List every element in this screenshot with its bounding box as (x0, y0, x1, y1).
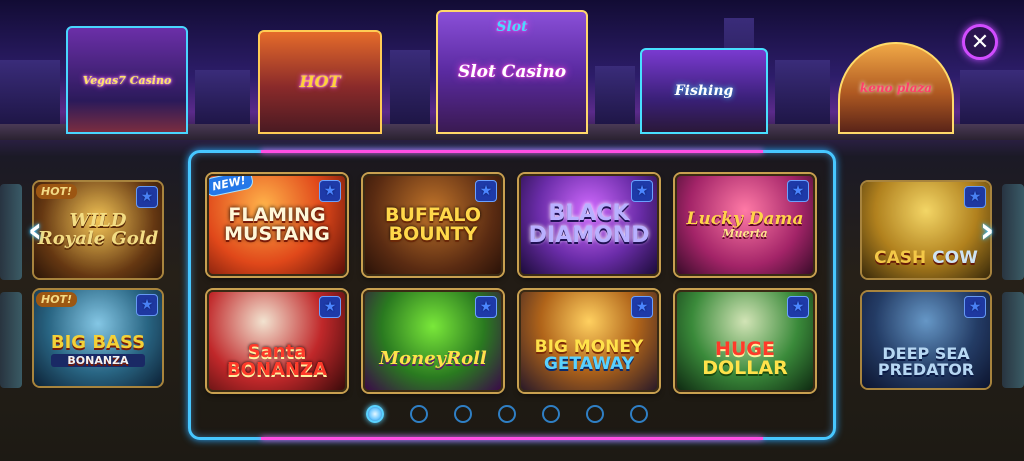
game-title: BIG BASS BONANZA (50, 331, 146, 367)
hot-badge: HOT! (36, 292, 78, 307)
game-title: CASH COW (874, 248, 978, 268)
star-icon[interactable]: ★ (319, 180, 341, 202)
offscreen-game-tile[interactable] (0, 292, 22, 388)
star-icon[interactable]: ★ (631, 180, 653, 202)
star-icon[interactable]: ★ (319, 296, 341, 318)
star-icon[interactable]: ★ (964, 296, 986, 318)
star-icon[interactable]: ★ (136, 186, 158, 208)
page-dot-4[interactable] (498, 405, 516, 423)
skyline-building (390, 50, 430, 130)
game-title: WILD Royale Gold (37, 210, 159, 249)
game-title: BIG MONEY GETAWAY (529, 338, 650, 374)
offscreen-game-tile[interactable] (1002, 292, 1024, 388)
game-tile-black-diamond[interactable]: BLACK DIAMOND ★ (519, 174, 659, 276)
star-icon[interactable]: ★ (787, 180, 809, 202)
game-title-sub: COW (932, 248, 978, 268)
casino-keno-sign: keno plaza (859, 81, 933, 95)
casino-skyline: Vegas7 Casino HOT Slot Slot Casino Fishi… (0, 0, 1024, 140)
close-button[interactable]: ✕ (962, 24, 998, 60)
star-icon[interactable]: ★ (631, 296, 653, 318)
game-tile-lucky-dama-muerta[interactable]: Lucky Dama Muerta ★ (675, 174, 815, 276)
star-icon[interactable]: ★ (787, 296, 809, 318)
new-badge: NEW! (209, 176, 255, 198)
casino-keno[interactable]: keno plaza (838, 42, 954, 134)
casino-vegas7-sign: Vegas7 Casino (82, 73, 172, 87)
page-dot-6[interactable] (586, 405, 604, 423)
star-icon[interactable]: ★ (964, 186, 986, 208)
chevron-right-icon: › (979, 209, 995, 251)
star-icon[interactable]: ★ (475, 180, 497, 202)
game-tile-santa-bonanza[interactable]: Santa BONANZA ★ (207, 290, 347, 392)
game-tile-deep-sea-predator[interactable]: DEEP SEA PREDATOR ★ (862, 292, 990, 388)
game-title: BUFFALO BOUNTY (385, 203, 481, 245)
page-dot-1[interactable] (366, 405, 384, 423)
game-tile-wild-royale-gold[interactable]: HOT! WILD Royale Gold ★ (34, 182, 162, 278)
game-tile-cash-cow[interactable]: CASH COW ★ (862, 182, 990, 278)
game-title-main: BIG BASS (50, 331, 146, 353)
next-page-arrow[interactable]: › (972, 206, 1002, 254)
skyline-building (960, 70, 1024, 130)
offscreen-game-tile[interactable] (0, 184, 22, 280)
game-title: MoneyRoll (379, 347, 487, 369)
game-tile-big-money-getaway[interactable]: BIG MONEY GETAWAY ★ (519, 290, 659, 392)
hot-badge: HOT! (36, 184, 78, 199)
casino-slot-topsign: Slot (496, 19, 528, 35)
casino-slot-sign: Slot Casino (457, 61, 567, 82)
skyline-building (775, 60, 830, 130)
skyline-building (0, 60, 60, 130)
game-title-main: CASH (874, 248, 927, 268)
page-dot-7[interactable] (630, 405, 648, 423)
game-tile-huge-dollar[interactable]: HUGE DOLLAR ★ (675, 290, 815, 392)
game-title-sub: GETAWAY (543, 354, 635, 374)
game-tile-buffalo-bounty[interactable]: BUFFALO BOUNTY ★ (363, 174, 503, 276)
star-icon[interactable]: ★ (136, 294, 158, 316)
game-title-sub: BONANZA (50, 353, 146, 367)
casino-hot[interactable]: HOT (258, 30, 382, 134)
game-title: FLAMING MUSTANG (224, 203, 330, 245)
game-title: Santa BONANZA (226, 340, 328, 380)
game-title-sub: Muerta (722, 227, 768, 241)
game-title: HUGE DOLLAR (677, 339, 813, 379)
casino-vegas7[interactable]: Vegas7 Casino (66, 26, 188, 134)
page-dot-3[interactable] (454, 405, 472, 423)
casino-hot-sign: HOT (299, 72, 341, 91)
skyline-building (195, 70, 250, 130)
offscreen-game-tile[interactable] (1002, 184, 1024, 280)
page-dot-5[interactable] (542, 405, 560, 423)
skyline-building (595, 66, 635, 130)
casino-slot[interactable]: Slot Slot Casino (436, 10, 588, 134)
game-title-main: Lucky Dama (686, 208, 804, 229)
game-tile-flaming-mustang[interactable]: NEW! FLAMING MUSTANG ★ (207, 174, 347, 276)
game-title: Lucky Dama Muerta (681, 208, 810, 241)
star-icon[interactable]: ★ (475, 296, 497, 318)
game-title: BLACK DIAMOND (528, 200, 650, 248)
page-dot-2[interactable] (410, 405, 428, 423)
game-tile-big-bass-bonanza[interactable]: HOT! BIG BASS BONANZA ★ (34, 290, 162, 386)
close-icon: ✕ (970, 29, 990, 55)
pagination-dots (366, 405, 648, 423)
chevron-left-icon: ‹ (27, 209, 43, 251)
game-tile-moneyroll[interactable]: MoneyRoll ★ (363, 290, 503, 392)
prev-page-arrow[interactable]: ‹ (20, 206, 50, 254)
game-title-sub: DOLLAR (702, 357, 788, 379)
casino-fishing[interactable]: Fishing (640, 48, 768, 134)
game-title: DEEP SEA PREDATOR (877, 344, 975, 379)
casino-fishing-sign: Fishing (674, 83, 734, 99)
